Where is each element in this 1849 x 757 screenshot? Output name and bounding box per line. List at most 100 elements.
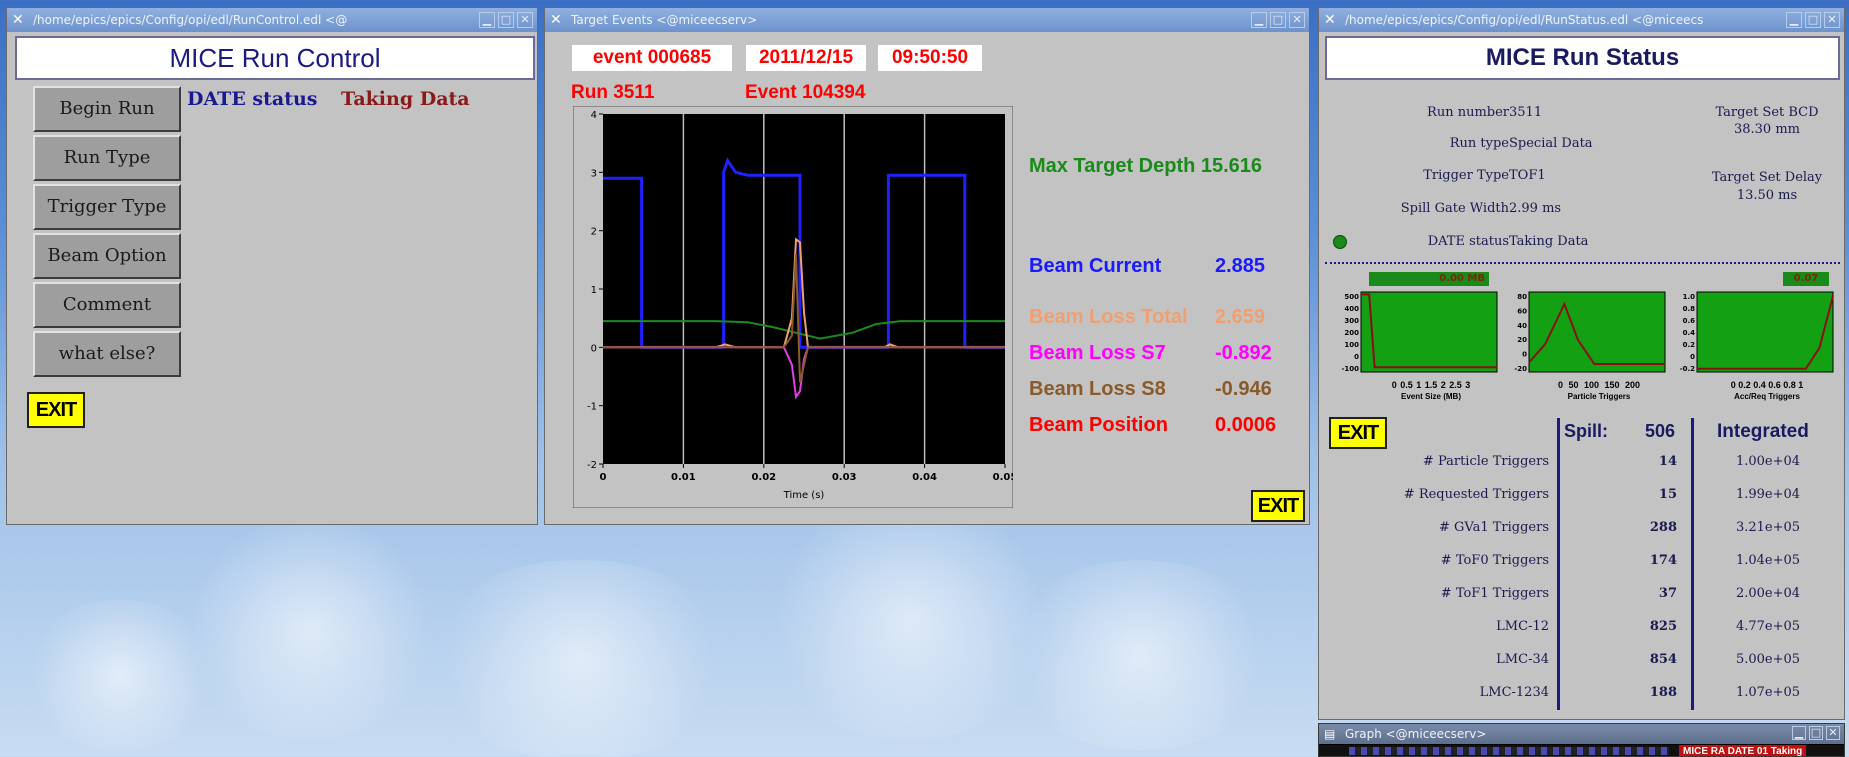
trigger-row-integrated: 1.07e+05 — [1735, 685, 1801, 700]
particle-triggers-plot: 80 60 40 20 0 -20 0 50 100 150 200 Particle T… — [1507, 266, 1667, 416]
window-title: /home/epics/epics/Config/opi/edl/RunStat… — [1345, 13, 1704, 27]
run-control-window: ✕ /home/epics/epics/Config/opi/edl/RunCo… — [6, 7, 538, 525]
begin-run-button[interactable]: Begin Run — [33, 86, 181, 132]
maximize-icon[interactable]: □ — [1805, 12, 1821, 28]
mini-y-tick-label: 100 — [1344, 341, 1359, 349]
graph-titlebar[interactable]: ▤ Graph <@miceecserv> ▁ □ ✕ — [1319, 724, 1844, 744]
trigger-row-integrated: 1.00e+04 — [1735, 454, 1801, 469]
x-tick-label: 0.03 — [832, 472, 857, 483]
close-icon[interactable]: ✕ — [517, 12, 533, 28]
spill-gate-width-value: 2.99 ms — [1509, 201, 1562, 216]
plot-xlabel: Particle Triggers — [1567, 392, 1631, 401]
date-status-value: Taking Data — [341, 88, 470, 110]
beam-loss-s8-value: -0.946 — [1215, 378, 1272, 400]
window-title: /home/epics/epics/Config/opi/edl/RunCont… — [33, 13, 348, 27]
y-tick-label: 3 — [591, 168, 597, 179]
column-divider — [1557, 418, 1560, 710]
minimize-icon[interactable]: ▁ — [1786, 12, 1802, 28]
mini-y-tick-label: 0 — [1690, 353, 1695, 361]
beam-option-button[interactable]: Beam Option — [33, 233, 181, 279]
date-box: 2011/12/15 — [746, 45, 866, 71]
target-events-titlebar[interactable]: ✕ Target Events <@miceecserv> ▁ □ ✕ — [545, 8, 1309, 32]
trigger-row-spill: 14 — [1658, 454, 1677, 469]
y-tick-label: 0 — [591, 343, 597, 354]
beam-loss-s7-label: Beam Loss S7 — [1029, 342, 1166, 364]
plot-xticks: 0 0.2 0.4 0.6 0.8 1 — [1730, 380, 1804, 390]
mini-y-tick-label: 400 — [1344, 305, 1359, 313]
mini-y-tick-label: 0 — [1354, 353, 1359, 361]
what-else-button[interactable]: what else? — [33, 331, 181, 377]
mini-plot-svg: 80 60 40 20 0 -20 — [1514, 291, 1666, 373]
close-icon[interactable]: ✕ — [1289, 12, 1305, 28]
run-number-label: Run number — [1427, 105, 1509, 120]
exit-button[interactable]: EXIT — [27, 392, 85, 428]
x-tick-label: 0.01 — [671, 472, 696, 483]
separator-dotted-line — [1325, 262, 1840, 264]
plot-badge: 0.07 — [1783, 272, 1829, 286]
trigger-row-spill: 188 — [1649, 685, 1677, 700]
close-icon[interactable]: ✕ — [1826, 726, 1840, 740]
plot-xticks: 0 0.5 1 1.5 2 2.5 3 — [1391, 380, 1471, 390]
mini-y-tick-label: 0.4 — [1683, 329, 1696, 337]
beam-loss-total-value: 2.659 — [1215, 306, 1266, 328]
event-number-box: event 000685 — [572, 45, 732, 71]
mini-y-tick-label: -20 — [1514, 365, 1527, 373]
maximize-icon[interactable]: □ — [498, 12, 514, 28]
comment-button[interactable]: Comment — [33, 282, 181, 328]
mini-y-tick-label: 200 — [1344, 329, 1359, 337]
trigger-row-label: LMC-12 — [1496, 619, 1549, 634]
panel-title: MICE Run Control — [15, 36, 535, 80]
exit-button[interactable]: EXIT — [1329, 417, 1387, 449]
trigger-row-integrated: 1.04e+05 — [1735, 553, 1801, 568]
trigger-row-integrated: 5.00e+05 — [1735, 652, 1801, 667]
integrated-label: Integrated — [1717, 421, 1809, 442]
maximize-icon[interactable]: □ — [1809, 726, 1823, 740]
beam-current-value: 2.885 — [1215, 255, 1266, 277]
beam-loss-total-label: Beam Loss Total — [1029, 306, 1188, 328]
y-tick-label: 4 — [591, 110, 597, 121]
background-snowflake — [180, 520, 440, 740]
minimize-icon[interactable]: ▁ — [1792, 726, 1806, 740]
mini-plot-area — [1360, 291, 1498, 373]
minimize-icon[interactable]: ▁ — [1251, 12, 1267, 28]
trigger-row-spill: 854 — [1649, 652, 1677, 667]
run-type-button[interactable]: Run Type — [33, 135, 181, 181]
run-status-titlebar[interactable]: ✕ /home/epics/epics/Config/opi/edl/RunSt… — [1319, 8, 1844, 32]
graph-window-icon: ▤ — [1324, 727, 1336, 741]
trigger-row-integrated: 2.00e+04 — [1735, 586, 1801, 601]
strip-status-text: MICE RA DATE 01 Taking — [1679, 745, 1807, 756]
mini-y-tick-label: -100 — [1341, 365, 1359, 373]
run-number-value: 3511 — [1509, 105, 1543, 120]
y-tick-label: 1 — [591, 285, 597, 296]
close-icon[interactable]: ✕ — [1824, 12, 1840, 28]
run-status-window: ✕ /home/epics/epics/Config/opi/edl/RunSt… — [1318, 7, 1845, 720]
trigger-row-label: # GVa1 Triggers — [1438, 520, 1549, 535]
plot-xlabel: Acc/Req Triggers — [1734, 392, 1800, 401]
spill-gate-width-label: Spill Gate Width — [1400, 201, 1509, 216]
beam-position-label: Beam Position — [1029, 414, 1168, 436]
date-status-label: DATE status — [1427, 234, 1509, 249]
exit-button[interactable]: EXIT — [1251, 490, 1305, 522]
mini-y-tick-label: 0.2 — [1683, 341, 1696, 349]
x-window-icon: ✕ — [1324, 12, 1336, 28]
background-snowflake — [20, 600, 220, 750]
run-control-titlebar[interactable]: ✕ /home/epics/epics/Config/opi/edl/RunCo… — [7, 8, 537, 32]
plot-xlabel: Event Size (MB) — [1400, 392, 1461, 401]
date-status-value: Taking Data — [1509, 234, 1589, 249]
minimize-icon[interactable]: ▁ — [479, 12, 495, 28]
plot-xticks: 0 50 100 150 200 — [1557, 380, 1641, 390]
spill-value: 506 — [1645, 421, 1676, 441]
mini-y-tick-label: 500 — [1344, 293, 1359, 301]
column-divider — [1691, 418, 1694, 710]
maximize-icon[interactable]: □ — [1270, 12, 1286, 28]
graph-strip: MICE RA DATE 01 Taking — [1319, 745, 1844, 756]
trigger-type-button[interactable]: Trigger Type — [33, 184, 181, 230]
date-status-label: DATE status — [187, 88, 318, 110]
mini-plot-svg: 500 400 300 200 100 0 -100 — [1341, 291, 1498, 373]
beam-position-value: 0.0006 — [1215, 414, 1277, 436]
x-tick-label: 0 — [600, 472, 607, 483]
event-size-plot: 0.00 MB 500 400 300 200 100 0 -100 0 0.5 1 1.5… — [1339, 266, 1499, 416]
trigger-row-integrated: 3.21e+05 — [1735, 520, 1801, 535]
run-number-label: Run 3511 — [571, 82, 655, 103]
trigger-row-spill: 37 — [1658, 586, 1677, 601]
